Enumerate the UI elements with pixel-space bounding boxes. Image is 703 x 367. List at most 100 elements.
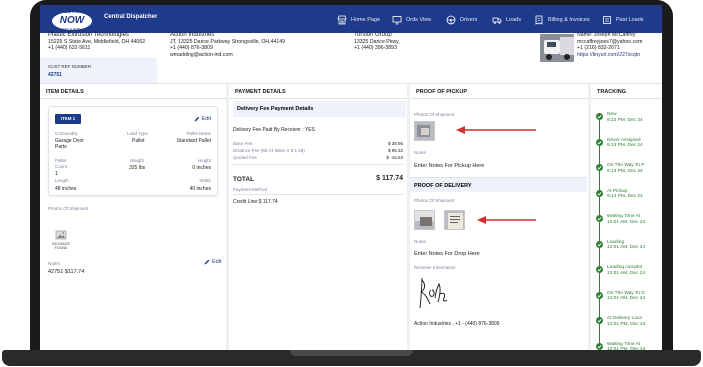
nav-item-billing[interactable]: Billing & Invoices <box>534 14 590 26</box>
pickup-notes[interactable]: Enter Notes For Pickup Here <box>414 163 484 169</box>
broker-address: 13325 Darice Pkwy, <box>354 38 400 45</box>
company-logo[interactable]: ALL PRO NOW DELIVERY <box>50 8 94 34</box>
check-circle-icon <box>596 164 603 171</box>
tracking-connector <box>599 145 600 164</box>
tracking-event: Waiting Time At 12:01 AM, Dec 24 <box>607 214 645 226</box>
shipper-name: Plastic Extrusion Technologies <box>48 32 129 38</box>
delivery-photo-2[interactable] <box>444 210 465 230</box>
delivery-notes[interactable]: Enter Notes For Drop Here <box>414 251 480 257</box>
pencil-icon <box>204 259 210 265</box>
pickup-photo[interactable] <box>414 121 435 141</box>
distance-fee-label: Distance Fee (56.74 Miles X $ 1.68) <box>233 148 305 153</box>
pickup-photos-label: Photos Of Shipment <box>414 112 455 117</box>
broker-phone: +1 (440) 396-3893 <box>354 45 397 52</box>
payment-title: Delivery Fee Payment Details <box>233 101 406 117</box>
monitor-icon <box>392 15 402 25</box>
weight-label: Weight <box>130 158 144 163</box>
tracking-status: On The Way To P <box>607 163 645 168</box>
app-screen: ALL PRO NOW DELIVERY Central Dispatcher … <box>40 5 662 350</box>
receiver-email: wmadding@action-ind.com <box>170 51 233 58</box>
nav-title: Central Dispatcher <box>104 14 158 20</box>
check-circle-icon <box>596 138 603 146</box>
load-type-label: Load Type <box>127 131 148 136</box>
payment-heading: PAYMENT DETAILS <box>229 84 407 99</box>
tracking-connector <box>599 273 600 292</box>
proof-panel: PROOF OF PICKUP Photos Of Shipment Notes… <box>410 84 588 350</box>
tracking-status: Loading complet <box>607 265 643 270</box>
cust-ref-panel: CUST REF NUMBER 42751 <box>40 58 157 84</box>
check-circle-icon <box>596 113 603 120</box>
tracking-connector <box>599 247 600 266</box>
driver-name: Name: Joseph McCaffrey <box>577 32 636 38</box>
delivery-photos-label: Photos Of Shipment <box>414 198 455 203</box>
driver-email: mccaffreyjoes7@yahoo.com <box>577 38 643 45</box>
driver-truck-photo[interactable] <box>540 34 574 62</box>
tracking-status: At Delivery Loca <box>607 316 642 321</box>
pallet-name-label: Pallet Name <box>186 131 211 136</box>
tracking-time: 9:13 PM, Dec 24 <box>607 168 643 174</box>
delivery-notes-label: Notes <box>414 239 426 244</box>
tracking-time: 9:13 PM, Dec 24 <box>607 117 643 123</box>
quoted-fee-label: Quoted Fee <box>233 155 257 160</box>
cust-ref-label: CUST REF NUMBER <box>48 64 92 69</box>
driver-link[interactable]: https://tinyurl.com/227scqtn <box>577 52 642 59</box>
list-icon <box>602 15 612 25</box>
divider <box>233 194 403 195</box>
invoice-icon <box>534 15 544 25</box>
tracking-event: Loading 12:01 AM, Dec 24 <box>607 240 645 252</box>
item-card: ITEM 1 Edit Commodity Garage Door Parts … <box>48 106 218 196</box>
nav-item-past-loads[interactable]: Past Loads <box>602 14 644 26</box>
tracking-time: 12:01 AM, Dec 24 <box>607 245 646 251</box>
pencil-icon <box>194 116 199 122</box>
nav-item-ords-view[interactable]: Ords View <box>392 14 431 26</box>
shipper-phone: +1 (440) 632-5611 <box>48 45 91 52</box>
item-notes-label: Notes <box>48 261 60 266</box>
commodity-label: Commodity <box>55 131 78 136</box>
check-circle-icon <box>596 215 603 222</box>
image-placeholder-icon <box>55 228 67 240</box>
paid-by: Delivery Fee Paid By Receiver : YES <box>233 127 315 133</box>
delivery-photo-1[interactable] <box>414 210 435 230</box>
tracking-connector <box>599 120 600 139</box>
tracking-time: 12:01 AM, Dec 24 <box>607 270 646 276</box>
tracking-time: 9:13 PM, Dec 24 <box>607 143 643 149</box>
check-circle-icon <box>596 189 603 197</box>
receiver-signature <box>419 277 448 309</box>
pickup-heading: PROOF OF PICKUP <box>410 84 588 99</box>
payment-method-label: Payment Method <box>233 187 268 192</box>
nav-item-home[interactable]: Home Page <box>337 14 380 26</box>
edit-item-button[interactable]: Edit <box>194 116 211 122</box>
top-nav: ALL PRO NOW DELIVERY Central Dispatcher … <box>40 5 662 33</box>
tracking-connector <box>599 222 600 241</box>
item-badge: ITEM 1 <box>55 114 81 124</box>
shipper-info: Plastic Extrusion Technologies 15229 S S… <box>48 32 145 52</box>
receiver-name: Action Industries <box>170 32 215 38</box>
total-value: $ 117.74 <box>376 175 403 182</box>
tracking-event: Waiting Time At 12:01 PM, Dec 24 <box>607 342 645 351</box>
tracking-event: On The Way To P 9:13 PM, Dec 24 <box>607 163 645 175</box>
height-value: 0 inches <box>192 165 211 171</box>
tracking-panel: TRACKING New 9:13 PM, Dec 24 Driver Assign… <box>591 84 662 350</box>
nav-item-loads[interactable]: Loads <box>492 14 521 26</box>
truck-icon <box>492 15 502 25</box>
weight-value: 325 lbs <box>129 165 146 171</box>
tracking-event: On The Way To D 12:01 AM, Dec 24 <box>607 291 645 303</box>
nav-item-drivers[interactable]: Drivers <box>446 14 477 26</box>
tracking-time: 12:01 AM, Dec 24 <box>607 296 646 302</box>
quoted-fee-value: $ -16.53 <box>386 155 403 160</box>
check-circle-icon <box>596 317 603 324</box>
item-notes-value: 42751 $117.74 <box>48 269 85 275</box>
item-details-panel: ITEM DETAILS ITEM 1 Edit Commodity Garag… <box>40 84 226 350</box>
pickup-notes-label: Notes <box>414 150 426 155</box>
tracking-connector <box>599 196 600 215</box>
steering-wheel-icon <box>446 15 456 25</box>
check-circle-icon <box>596 342 603 350</box>
edit-notes-button[interactable]: Edit <box>204 259 221 265</box>
length-label: Length <box>55 178 69 183</box>
cust-ref-value: 42751 <box>48 72 62 78</box>
load-type-value: Pallet <box>132 138 145 144</box>
broker-info: Torsion Group 13325 Darice Pkwy, +1 (440… <box>354 32 400 52</box>
base-fee-value: $ 38.95 <box>387 141 403 146</box>
tracking-time: 12:01 PM, Dec 24 <box>607 321 646 327</box>
height-label: Height <box>197 158 211 163</box>
